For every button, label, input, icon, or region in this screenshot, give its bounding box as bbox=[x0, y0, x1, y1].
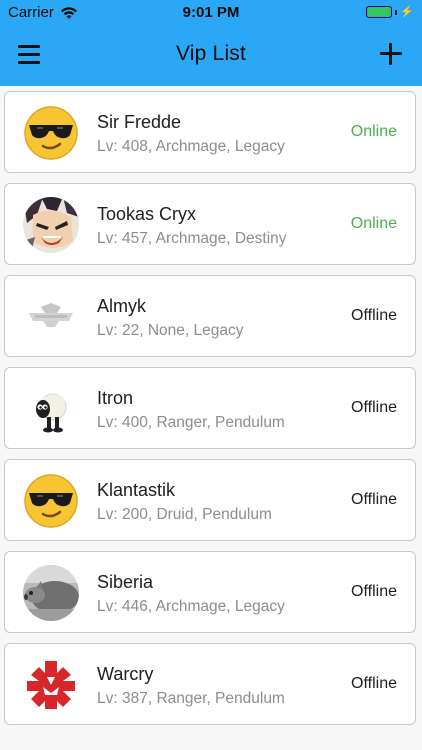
grey-logo-avatar bbox=[23, 289, 79, 345]
battery-indicator: ⚡ bbox=[366, 6, 414, 18]
player-details: Lv: 457, Archmage, Destiny bbox=[97, 230, 287, 247]
player-details: Lv: 408, Archmage, Legacy bbox=[97, 138, 285, 155]
player-name: Itron bbox=[97, 388, 134, 408]
page-title: Vip List bbox=[175, 42, 247, 65]
status-online: Online bbox=[350, 123, 397, 140]
player-name: Tookas Cryx bbox=[97, 204, 197, 224]
list-item-vip[interactable]: Almyk Lv: 22, None, Legacy Offline bbox=[4, 275, 416, 357]
charging-bolt-icon: ⚡ bbox=[400, 6, 414, 18]
player-name: Klantastik bbox=[97, 480, 176, 500]
clock: 9:01 PM bbox=[182, 4, 240, 21]
status-offline: Offline bbox=[351, 399, 397, 416]
player-name: Siberia bbox=[97, 572, 154, 592]
status-offline: Offline bbox=[351, 307, 397, 324]
status-offline: Offline bbox=[351, 583, 397, 600]
status-online: Online bbox=[350, 215, 397, 232]
header: Carrier 9:01 PM ⚡ Vip List bbox=[0, 0, 422, 86]
list-item-vip[interactable]: Tookas Cryx Lv: 457, Archmage, Destiny O… bbox=[4, 183, 416, 265]
status-bar: Carrier 9:01 PM ⚡ bbox=[0, 0, 422, 26]
sheep-avatar bbox=[23, 381, 79, 437]
sunglasses-emoji-avatar bbox=[23, 105, 79, 161]
vip-list-screen: Carrier 9:01 PM ⚡ Vip List Sir Fredde Lv… bbox=[0, 0, 422, 750]
battery-icon bbox=[366, 6, 393, 18]
list-item-vip[interactable]: Sir Fredde Lv: 408, Archmage, Legacy Onl… bbox=[4, 91, 416, 173]
nav-bar: Vip List bbox=[0, 26, 422, 86]
player-name: Warcry bbox=[97, 664, 154, 684]
player-details: Lv: 387, Ranger, Pendulum bbox=[97, 690, 285, 707]
battery-fill bbox=[368, 8, 391, 16]
status-offline: Offline bbox=[351, 675, 397, 692]
player-details: Lv: 400, Ranger, Pendulum bbox=[97, 414, 285, 431]
sunglasses-emoji-avatar bbox=[23, 473, 79, 529]
list-item-vip[interactable]: Itron Lv: 400, Ranger, Pendulum Offline bbox=[4, 367, 416, 449]
add-plus-icon[interactable] bbox=[376, 39, 406, 69]
battery-nub bbox=[395, 9, 398, 15]
list-item-vip[interactable]: Klantastik Lv: 200, Druid, Pendulum Offl… bbox=[4, 459, 416, 541]
player-details: Lv: 22, None, Legacy bbox=[97, 322, 244, 339]
player-name: Almyk bbox=[97, 296, 146, 316]
red-emblem-avatar bbox=[23, 657, 79, 713]
status-offline: Offline bbox=[351, 491, 397, 508]
player-details: Lv: 200, Druid, Pendulum bbox=[97, 506, 272, 523]
anime-warrior-avatar bbox=[23, 197, 79, 253]
player-name: Sir Fredde bbox=[97, 112, 182, 132]
player-details: Lv: 446, Archmage, Legacy bbox=[97, 598, 285, 615]
animal-photo-avatar bbox=[23, 565, 79, 621]
list-item-vip[interactable]: Warcry Lv: 387, Ranger, Pendulum Offline bbox=[4, 643, 416, 725]
list-item-vip[interactable]: Siberia Lv: 446, Archmage, Legacy Offlin… bbox=[4, 551, 416, 633]
